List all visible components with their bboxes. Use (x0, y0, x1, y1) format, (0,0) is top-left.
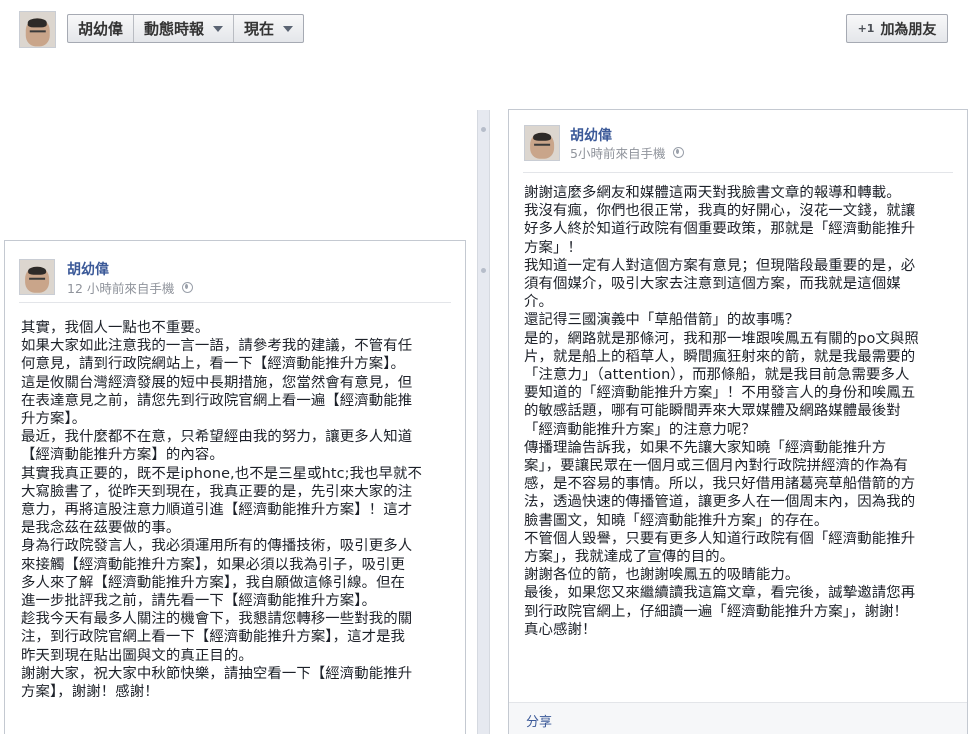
post-meta-text: 12 小時前來自手機 (67, 281, 175, 296)
post-author-name[interactable]: 胡幼偉 (67, 259, 109, 279)
add-friend-button[interactable]: +1 加為朋友 (846, 14, 948, 43)
post-line: 趁我今天有最多人關注的機會下，我懇請您轉移一些對我的關 (21, 611, 413, 628)
timeline-spine (477, 110, 490, 734)
post-line: 謝謝大家，祝大家中秋節快樂，請抽空看一下【經濟動能推升 (21, 665, 413, 682)
breadcrumb-profile-name[interactable]: 胡幼偉 (68, 15, 135, 42)
post-avatar[interactable] (19, 259, 55, 295)
divider (19, 302, 451, 303)
post-header: 胡幼偉 5小時前來自手機 (509, 110, 967, 173)
post-line: 升方案】。 (21, 411, 87, 428)
chevron-down-icon (213, 25, 224, 32)
post-line: 是我念茲在茲要做的事。 (21, 520, 181, 537)
post-line: 感，是不容易的事情。所以，我只好借用諸葛亮草船借箭的方 (524, 476, 916, 493)
breadcrumb-timeline-label: 動態時報 (144, 20, 205, 38)
post-line: 昨天到現在貼出圖與文的真正目的。 (21, 647, 253, 664)
timeline-dot (481, 268, 486, 273)
post-timestamp[interactable]: 12 小時前來自手機 (67, 278, 194, 297)
post-line: 謝謝各位的箭，也謝謝唉鳳五的吸睛能力。 (524, 567, 800, 584)
post-line: 是的，網路就是那條河，我和那一堆跟唉鳳五有關的po文與照 (524, 330, 919, 347)
post-line: 大寫臉書了，從昨天到現在，我真正要的是，先引來大家的注 (21, 483, 413, 500)
post-header: 胡幼偉 12 小時前來自手機 (5, 241, 465, 303)
add-friend-icon: +1 (857, 22, 875, 35)
globe-icon[interactable] (182, 282, 194, 293)
face-graphic (25, 266, 49, 293)
post-action-bar: 分享 (509, 702, 967, 734)
post-line: 「經濟動能推升方案」的注意力呢？ (524, 421, 756, 438)
post-line: 法，透過快速的傳播管道，讓更多人在一個周末內，因為我的 (524, 494, 916, 511)
post-line: 這是攸關台灣經濟發展的短中長期措施，您當然會有意見，但 (21, 374, 413, 391)
post-line: 片，就是船上的稻草人，瞬間瘋狂射來的箭，就是我最需要的 (524, 348, 916, 365)
post-line: 在表達意見之前，請您先到行政院官網上看一遍【經濟動能推 (21, 392, 413, 409)
post-line: 的敏感話題，哪有可能瞬間弄來大眾媒體及網路媒體最後對 (524, 403, 901, 420)
top-bar: 胡幼偉 動態時報 現在 +1 加為朋友 (0, 0, 974, 56)
post-line: 案」，要讓民眾在一個月或三個月內對行政院拼經濟的作為有 (524, 458, 909, 475)
post-line: 多人來了解【經濟動能推升方案】，我自願做這條引線。但在 (21, 574, 406, 591)
post-avatar[interactable] (524, 125, 560, 161)
post-line: 進一步批評我之前，請先看一下【經濟動能推升方案】。 (21, 593, 377, 610)
post-line: 「注意力」（attention），而那條船，就是我目前急需要多人 (524, 367, 910, 384)
post-body: 謝謝這麼多網友和媒體這兩天對我臉書文章的報導和轉載。 我沒有瘋，你們也很正常，我… (524, 184, 956, 639)
post-meta-text: 5小時前來自手機 (570, 146, 666, 161)
post-line: 真心感謝！ (524, 621, 597, 638)
breadcrumb-profile-label: 胡幼偉 (78, 20, 124, 38)
breadcrumb-now-label: 現在 (244, 20, 275, 38)
face-graphic (25, 18, 50, 46)
post-line: 介。 (524, 294, 553, 311)
post-line: 方案】，謝謝！感謝！ (21, 684, 159, 701)
timeline-dot (481, 127, 486, 132)
post-line: 須有個媒介，吸引大家去注意到這個方案，而我就是這個媒 (524, 276, 901, 293)
post-line: 意力，再將這股注意力順道引進【經濟動能推升方案】！這才 (21, 502, 413, 519)
post-line: 其實我真正要的，既不是iphone,也不是三星或htc;我也早就不 (21, 465, 423, 482)
add-friend-label: 加為朋友 (880, 21, 937, 38)
post-author-name[interactable]: 胡幼偉 (570, 125, 612, 145)
post-line: 方案」！ (524, 239, 582, 256)
breadcrumb-now-dropdown[interactable]: 現在 (234, 15, 303, 42)
post-line: 不管個人毀譽，只要有更多人知道行政院有個「經濟動能推升 (524, 530, 916, 547)
breadcrumb-timeline-dropdown[interactable]: 動態時報 (134, 15, 235, 42)
chevron-down-icon (283, 25, 294, 32)
profile-avatar[interactable] (19, 11, 56, 48)
post-line: 方案」，我就達成了宣傳的目的。 (524, 549, 735, 566)
post-line: 我知道一定有人對這個方案有意見；但現階段最重要的是，必 (524, 257, 916, 274)
post-line: 臉書圖文，知曉「經濟動能推升方案」的存在。 (524, 512, 829, 529)
post-line: 到行政院官網上，仔細讀一遍「經濟動能推升方案」，謝謝！ (524, 603, 909, 620)
post-body: 其實，我個人一點也不重要。 如果大家如此注意我的一言一語，請參考我的建議，不管有… (21, 319, 451, 701)
post-line: 要知道的「經濟動能推升方案」！不用發言人的身份和唉鳳五 (524, 385, 916, 402)
post-line: 傳播理論告訴我，如果不先讓大家知曉「經濟動能推升方 (524, 439, 887, 456)
post-line: 【經濟動能推升方案】的內容。 (21, 447, 224, 464)
post-line: 來接觸【經濟動能推升方案】，如果必須以我為引子，吸引更 (21, 556, 406, 573)
face-graphic (530, 132, 554, 159)
post-line: 其實，我個人一點也不重要。 (21, 320, 210, 336)
post-line: 注，到行政院官網上看一下【經濟動能推升方案】，這才是我 (21, 629, 406, 646)
post-line: 還記得三國演義中「草船借箭」的故事嗎？ (524, 312, 800, 329)
breadcrumb: 胡幼偉 動態時報 現在 (67, 14, 305, 43)
post-line: 最近，我什麼都不在意，只希望經由我的努力，讓更多人知道 (21, 429, 413, 446)
divider (523, 172, 953, 173)
post-line: 何意見，請到行政院網站上，看一下【經濟動能推升方案】。 (21, 356, 406, 373)
post-line: 身為行政院發言人，我必須運用所有的傳播技術，吸引更多人 (21, 538, 413, 555)
timeline-post: 胡幼偉 5小時前來自手機 謝謝這麼多網友和媒體這兩天對我臉書文章的報導和轉載。 … (508, 109, 968, 734)
post-line: 好多人終於知道行政院有個重要政策，那就是「經濟動能推升 (524, 221, 916, 238)
post-line: 最後，如果您又來繼續讀我這篇文章，看完後，誠摯邀請您再 (524, 585, 916, 602)
post-line: 謝謝這麼多網友和媒體這兩天對我臉書文章的報導和轉載。 (524, 185, 901, 201)
post-timestamp[interactable]: 5小時前來自手機 (570, 143, 685, 162)
share-link[interactable]: 分享 (526, 711, 552, 730)
timeline-post: 胡幼偉 12 小時前來自手機 其實，我個人一點也不重要。 如果大家如此注意我的一… (4, 240, 466, 734)
globe-icon[interactable] (673, 147, 685, 158)
post-line: 如果大家如此注意我的一言一語，請參考我的建議，不管有任 (21, 338, 413, 355)
post-line: 我沒有瘋，你們也很正常，我真的好開心，沒花一文錢，就讓 (524, 203, 916, 220)
